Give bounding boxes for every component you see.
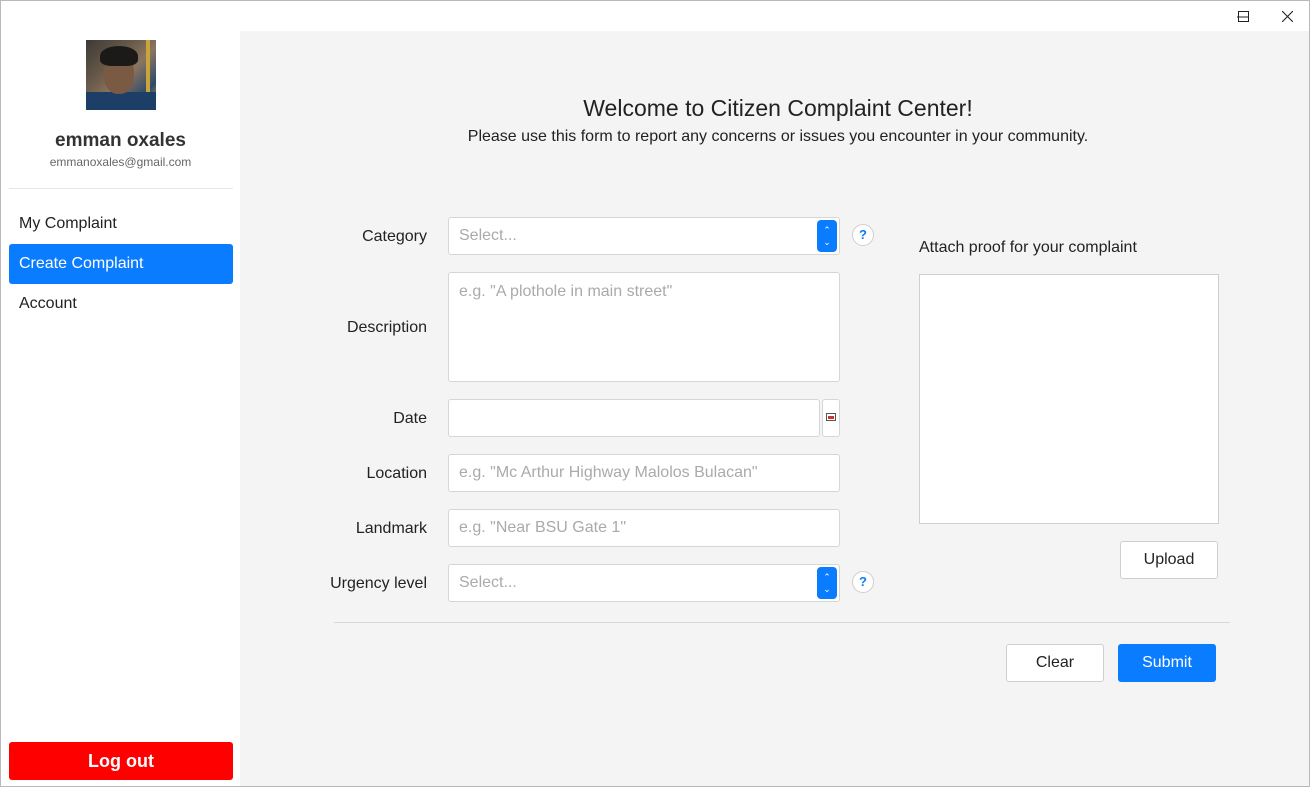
category-help-icon[interactable]: ? (852, 224, 874, 246)
location-placeholder: e.g. "Mc Arthur Highway Malolos Bulacan" (459, 464, 758, 481)
urgency-spinner[interactable]: ⌃ ⌄ (817, 567, 837, 599)
landmark-input[interactable]: e.g. "Near BSU Gate 1" (448, 509, 840, 547)
urgency-placeholder: Select... (459, 574, 517, 591)
category-spinner[interactable]: ⌃ ⌄ (817, 220, 837, 252)
attachment-preview[interactable] (919, 274, 1219, 524)
landmark-label: Landmark (355, 520, 427, 537)
user-email: emmanoxales@gmail.com (49, 155, 192, 169)
user-name: emman oxales (55, 130, 186, 151)
description-textarea[interactable]: e.g. "A plothole in main street" (448, 272, 840, 382)
urgency-select[interactable]: Select... ⌃ ⌄ (448, 564, 840, 602)
description-placeholder: e.g. "A plothole in main street" (459, 283, 673, 300)
urgency-label: Urgency level (330, 575, 427, 592)
submit-button[interactable]: Submit (1118, 644, 1216, 682)
clear-button[interactable]: Clear (1006, 644, 1104, 682)
calendar-icon (826, 413, 836, 421)
chevron-down-icon: ⌄ (823, 584, 831, 594)
chevron-up-icon: ⌃ (823, 572, 831, 582)
category-label: Category (362, 228, 427, 245)
main-content: Welcome to Citizen Complaint Center! Ple… (240, 31, 1309, 786)
sidebar-item-my-complaint[interactable]: My Complaint (9, 204, 233, 244)
sidebar-item-create-complaint[interactable]: Create Complaint (9, 244, 233, 284)
chevron-up-icon: ⌃ (823, 225, 831, 235)
landmark-placeholder: e.g. "Near BSU Gate 1" (459, 519, 626, 536)
title-bar (1, 1, 1309, 31)
close-icon (1281, 10, 1293, 22)
date-input[interactable] (448, 399, 820, 437)
chevron-down-icon: ⌄ (823, 237, 831, 247)
sidebar: emman oxales emmanoxales@gmail.com My Co… (1, 31, 240, 786)
sidebar-divider (9, 188, 233, 189)
sidebar-item-account[interactable]: Account (9, 284, 233, 324)
attach-label: Attach proof for your complaint (919, 239, 1137, 256)
location-label: Location (366, 465, 428, 482)
category-placeholder: Select... (459, 227, 517, 244)
category-select[interactable]: Select... ⌃ ⌄ (448, 217, 840, 255)
maximize-icon (1237, 10, 1249, 22)
description-label: Description (346, 319, 427, 336)
date-picker-button[interactable] (822, 399, 840, 437)
page-subtitle: Please use this form to report any conce… (467, 128, 1089, 145)
location-input[interactable]: e.g. "Mc Arthur Highway Malolos Bulacan" (448, 454, 840, 492)
close-button[interactable] (1264, 1, 1309, 31)
upload-button[interactable]: Upload (1120, 541, 1218, 579)
logout-button[interactable]: Log out (9, 742, 233, 780)
avatar (86, 40, 156, 110)
app-window: emman oxales emmanoxales@gmail.com My Co… (0, 0, 1310, 787)
date-label: Date (393, 410, 427, 427)
form-divider (334, 622, 1230, 623)
maximize-button[interactable] (1220, 1, 1266, 31)
urgency-help-icon[interactable]: ? (852, 571, 874, 593)
page-title: Welcome to Citizen Complaint Center! (583, 95, 973, 121)
